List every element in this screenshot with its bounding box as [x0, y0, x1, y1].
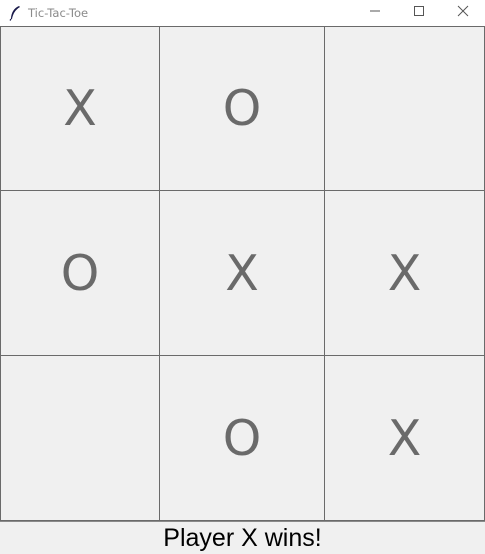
board-cell-2-1[interactable]: O: [159, 355, 325, 521]
board-cell-0-1[interactable]: O: [159, 26, 325, 191]
board-cell-1-2[interactable]: X: [324, 190, 485, 356]
board-cell-1-1[interactable]: X: [159, 190, 325, 356]
close-icon: [457, 5, 469, 17]
window-controls: [353, 0, 485, 22]
board-cell-2-2[interactable]: X: [324, 355, 485, 521]
app-window: Tic-Tac-Toe X O O X X O X Player X wins!: [0, 0, 485, 554]
board-cell-2-0[interactable]: [0, 355, 160, 521]
maximize-button[interactable]: [397, 0, 441, 22]
board-cell-0-0[interactable]: X: [0, 26, 160, 191]
close-button[interactable]: [441, 0, 485, 22]
game-board: X O O X X O X: [0, 26, 485, 521]
board-cell-1-0[interactable]: O: [0, 190, 160, 356]
maximize-icon: [414, 6, 424, 16]
board-cell-0-2[interactable]: [324, 26, 485, 191]
title-bar[interactable]: Tic-Tac-Toe: [0, 0, 485, 26]
window-title: Tic-Tac-Toe: [28, 6, 89, 20]
feather-icon: [4, 2, 26, 24]
status-label: Player X wins!: [0, 521, 485, 554]
minimize-button[interactable]: [353, 0, 397, 22]
minimize-icon: [370, 10, 380, 12]
